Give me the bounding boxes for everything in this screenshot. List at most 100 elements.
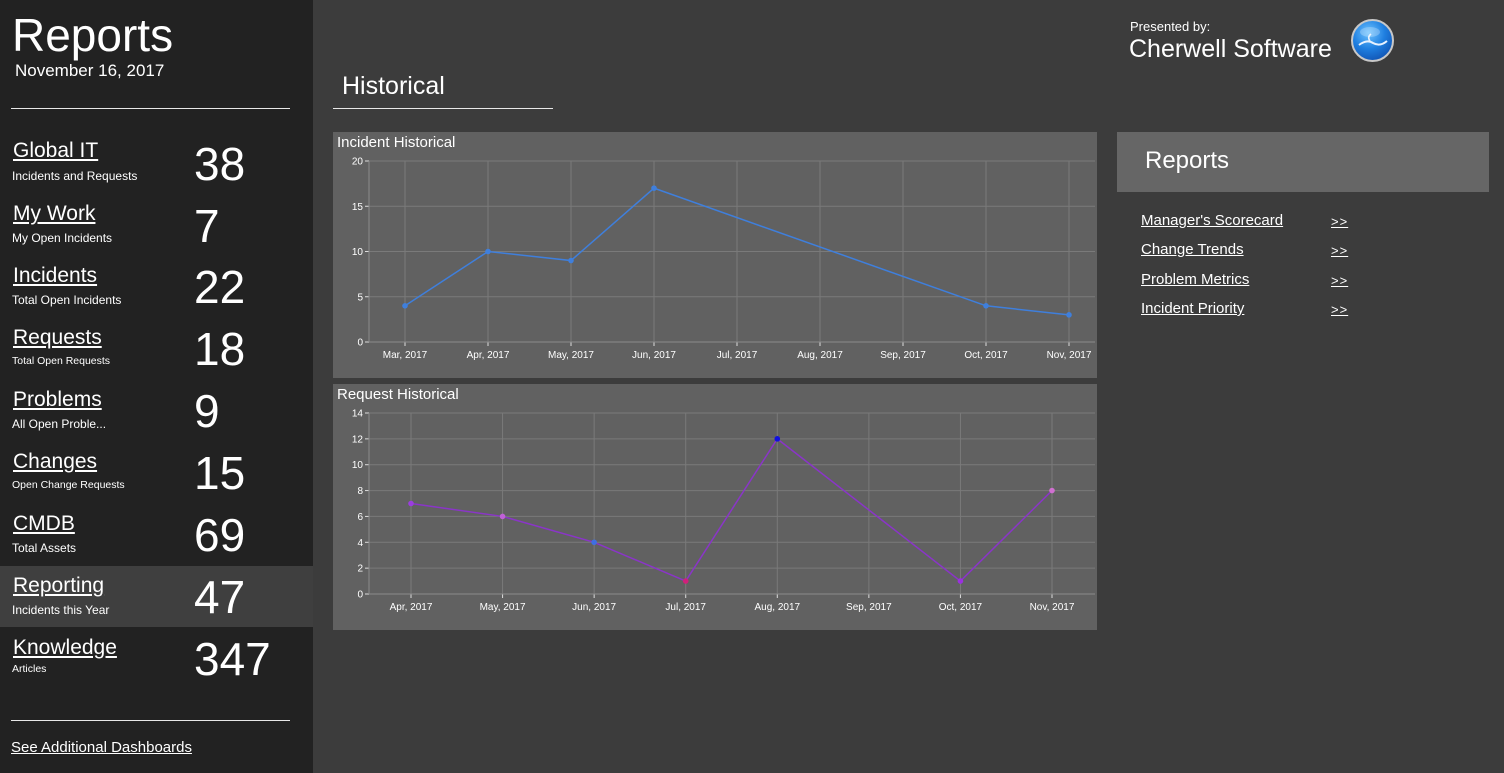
data-point bbox=[651, 185, 657, 191]
sidebar-item-incidents[interactable]: Incidents Total Open Incidents 22 bbox=[0, 260, 313, 322]
x-tick-label: Aug, 2017 bbox=[754, 602, 800, 613]
x-tick-label: Aug, 2017 bbox=[797, 350, 843, 361]
report-link-problem-metrics[interactable]: Problem Metrics bbox=[1141, 271, 1249, 288]
sidebar-item-count: 347 bbox=[194, 633, 271, 685]
reports-panel-header: Reports bbox=[1117, 132, 1489, 192]
x-tick-label: Mar, 2017 bbox=[383, 350, 428, 361]
sidebar-item-sub: Total Assets bbox=[12, 541, 77, 555]
sidebar-item-sub: Total Open Incidents bbox=[12, 293, 122, 307]
report-arrow-incident-priority[interactable]: >> bbox=[1331, 302, 1348, 317]
y-tick-label: 8 bbox=[357, 486, 363, 497]
sidebar-item-requests[interactable]: Requests Total Open Requests 18 bbox=[0, 322, 313, 384]
sidebar-item-count: 47 bbox=[194, 571, 246, 623]
sidebar-item-label[interactable]: My Work bbox=[13, 202, 95, 226]
sidebar-item-label[interactable]: Changes bbox=[13, 450, 97, 474]
sidebar-item-global-it[interactable]: Global IT Incidents and Requests 38 bbox=[0, 136, 313, 198]
y-tick-label: 4 bbox=[357, 538, 363, 549]
data-point bbox=[774, 436, 781, 442]
sidebar-item-label[interactable]: Reporting bbox=[13, 574, 104, 598]
sidebar-item-count: 22 bbox=[194, 261, 246, 313]
sidebar-divider bbox=[11, 108, 290, 109]
sidebar-item-label[interactable]: CMDB bbox=[13, 512, 75, 536]
data-point bbox=[402, 303, 408, 309]
data-point bbox=[485, 248, 491, 255]
section-divider bbox=[333, 108, 553, 109]
cherwell-logo-icon bbox=[1351, 19, 1394, 62]
sidebar-item-problems[interactable]: Problems All Open Proble... 9 bbox=[0, 384, 313, 446]
sidebar-item-sub: Incidents this Year bbox=[12, 603, 110, 617]
sidebar-item-count: 15 bbox=[194, 447, 246, 499]
sidebar-item-label[interactable]: Incidents bbox=[13, 264, 97, 288]
y-tick-label: 0 bbox=[357, 338, 363, 349]
data-point bbox=[957, 578, 964, 584]
incident-chart-svg: 0 5 10 15 20 Mar, 2017 Apr, 2017 May, 2017 Jun, … bbox=[352, 157, 1095, 361]
request-historical-chart: Request Historical 0 2 4 6 8 10 12 14 Apr, 2017 M… bbox=[333, 384, 1097, 630]
sidebar-item-knowledge[interactable]: Knowledge Articles 347 bbox=[0, 627, 313, 689]
section-title: Historical bbox=[342, 72, 445, 100]
y-tick-label: 15 bbox=[352, 202, 364, 213]
y-tick-label: 14 bbox=[352, 409, 364, 420]
sidebar-item-count: 38 bbox=[194, 138, 246, 190]
x-tick-label: Jun, 2017 bbox=[572, 602, 616, 613]
data-point bbox=[1049, 487, 1055, 494]
sidebar-date: November 16, 2017 bbox=[15, 61, 165, 80]
sidebar-item-label[interactable]: Problems bbox=[13, 388, 102, 412]
report-arrow-change-trends[interactable]: >> bbox=[1331, 243, 1348, 258]
y-tick-label: 20 bbox=[352, 157, 364, 168]
series-line bbox=[410, 437, 1053, 583]
report-link-managers-scorecard[interactable]: Manager's Scorecard bbox=[1141, 212, 1283, 229]
report-link-change-trends[interactable]: Change Trends bbox=[1141, 241, 1244, 258]
report-arrow-problem-metrics[interactable]: >> bbox=[1331, 273, 1348, 288]
y-tick-label: 10 bbox=[352, 460, 364, 471]
sidebar-item-label[interactable]: Requests bbox=[13, 326, 102, 350]
data-point bbox=[408, 500, 414, 507]
sidebar-item-sub: All Open Proble... bbox=[12, 417, 107, 431]
sidebar-item-count: 69 bbox=[194, 509, 246, 561]
y-tick-label: 6 bbox=[357, 512, 363, 523]
x-tick-label: Sep, 2017 bbox=[880, 350, 926, 361]
x-tick-label: May, 2017 bbox=[480, 602, 526, 613]
presented-by-label: Presented by: bbox=[1130, 19, 1211, 34]
sidebar-item-count: 9 bbox=[194, 385, 220, 437]
x-tick-label: Jun, 2017 bbox=[632, 350, 676, 361]
sidebar-item-my-work[interactable]: My Work My Open Incidents 7 bbox=[0, 198, 313, 260]
data-point bbox=[1066, 312, 1072, 318]
x-tick-label: Apr, 2017 bbox=[390, 602, 433, 613]
x-tick-label: Sep, 2017 bbox=[846, 602, 892, 613]
x-tick-label: Nov, 2017 bbox=[1047, 350, 1092, 361]
data-point bbox=[499, 513, 506, 520]
data-point bbox=[983, 303, 989, 309]
y-tick-label: 2 bbox=[357, 564, 363, 575]
x-tick-label: Jul, 2017 bbox=[665, 602, 706, 613]
sidebar-item-cmdb[interactable]: CMDB Total Assets 69 bbox=[0, 504, 313, 566]
report-arrow-managers-scorecard[interactable]: >> bbox=[1331, 214, 1348, 229]
y-tick-label: 0 bbox=[357, 590, 363, 601]
report-link-incident-priority[interactable]: Incident Priority bbox=[1141, 300, 1244, 317]
sidebar-item-count: 7 bbox=[194, 200, 220, 252]
data-point bbox=[682, 578, 689, 584]
sidebar: Reports November 16, 2017 Global IT Inci… bbox=[0, 0, 313, 773]
sidebar-divider bbox=[11, 720, 290, 721]
sidebar-title: Reports bbox=[12, 9, 174, 61]
y-tick-label: 5 bbox=[357, 292, 363, 303]
company-name: Cherwell Software bbox=[1129, 35, 1332, 63]
x-tick-label: Oct, 2017 bbox=[964, 350, 1008, 361]
x-tick-label: Jul, 2017 bbox=[717, 350, 758, 361]
incident-historical-chart: Incident Historical 0 5 10 15 20 Mar, 2017 Apr… bbox=[333, 132, 1097, 378]
data-point bbox=[591, 539, 597, 546]
sidebar-item-sub: Total Open Requests bbox=[12, 355, 111, 367]
sidebar-item-reporting[interactable]: Reporting Incidents this Year 47 bbox=[0, 566, 313, 627]
x-tick-label: May, 2017 bbox=[548, 350, 594, 361]
sidebar-item-changes[interactable]: Changes Open Change Requests 15 bbox=[0, 446, 313, 508]
sidebar-item-label[interactable]: Global IT bbox=[13, 139, 98, 163]
x-tick-label: Nov, 2017 bbox=[1030, 602, 1075, 613]
y-tick-label: 10 bbox=[352, 247, 364, 258]
reports-panel-title: Reports bbox=[1145, 147, 1230, 174]
sidebar-item-sub: Open Change Requests bbox=[12, 479, 125, 491]
sidebar-item-count: 18 bbox=[194, 323, 246, 375]
y-tick-label: 12 bbox=[352, 434, 364, 445]
sidebar-item-sub: Articles bbox=[12, 663, 47, 675]
sidebar-item-label[interactable]: Knowledge bbox=[13, 636, 117, 660]
request-chart-svg: 0 2 4 6 8 10 12 14 Apr, 2017 May, 2017 Jun, 2017 Ju… bbox=[352, 409, 1095, 613]
see-additional-dashboards-link[interactable]: See Additional Dashboards bbox=[11, 739, 192, 756]
